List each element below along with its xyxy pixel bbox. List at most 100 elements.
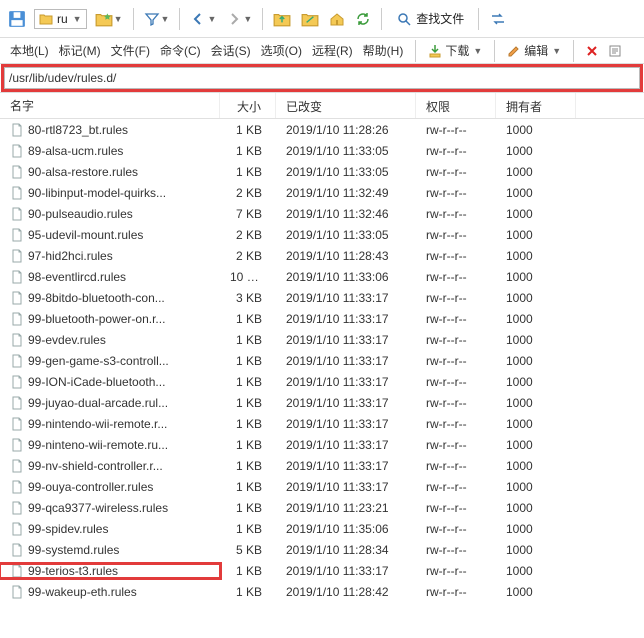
cell-name: 99-wakeup-eth.rules: [0, 585, 220, 599]
file-icon: [10, 165, 24, 179]
table-row[interactable]: 90-libinput-model-quirks...2 KB2019/1/10…: [0, 182, 644, 203]
cell-owner: 1000: [496, 543, 576, 557]
table-row[interactable]: 90-alsa-restore.rules1 KB2019/1/10 11:33…: [0, 161, 644, 182]
table-row[interactable]: 99-ninteno-wii-remote.ru...1 KB2019/1/10…: [0, 434, 644, 455]
address-combo[interactable]: ru ▼: [34, 9, 87, 29]
cell-perm: rw-r--r--: [416, 396, 496, 410]
properties-button[interactable]: [604, 42, 626, 60]
cell-name: 97-hid2hci.rules: [0, 249, 220, 263]
cell-name: 99-spidev.rules: [0, 522, 220, 536]
cell-owner: 1000: [496, 501, 576, 515]
edit-button[interactable]: 编辑 ▼: [503, 40, 565, 61]
header-owner[interactable]: 拥有者: [496, 93, 576, 118]
table-row[interactable]: 95-udevil-mount.rules2 KB2019/1/10 11:33…: [0, 224, 644, 245]
sync-icon: [489, 11, 507, 27]
separator: [381, 8, 382, 30]
cell-name: 99-nintendo-wii-remote.r...: [0, 417, 220, 431]
cell-date: 2019/1/10 11:33:05: [276, 228, 416, 242]
cell-owner: 1000: [496, 144, 576, 158]
sync-button[interactable]: [487, 7, 509, 31]
table-row[interactable]: 99-bluetooth-power-on.r...1 KB2019/1/10 …: [0, 308, 644, 329]
table-row[interactable]: 99-nintendo-wii-remote.r...1 KB2019/1/10…: [0, 413, 644, 434]
file-grid: 名字 大小 已改变 权限 拥有者 80-rtl8723_bt.rules1 KB…: [0, 93, 644, 602]
table-row[interactable]: 99-8bitdo-bluetooth-con...3 KB2019/1/10 …: [0, 287, 644, 308]
table-row[interactable]: 98-eventlircd.rules10 KB2019/1/10 11:33:…: [0, 266, 644, 287]
header-size[interactable]: 大小: [220, 93, 276, 118]
file-icon: [10, 459, 24, 473]
path-input[interactable]: /usr/lib/udev/rules.d/: [4, 67, 640, 89]
table-row[interactable]: 99-terios-t3.rules1 KB2019/1/10 11:33:17…: [0, 560, 644, 581]
cell-date: 2019/1/10 11:33:17: [276, 417, 416, 431]
file-icon: [10, 375, 24, 389]
filter-button[interactable]: ▼: [142, 7, 172, 31]
table-row[interactable]: 99-juyao-dual-arcade.rul...1 KB2019/1/10…: [0, 392, 644, 413]
cell-size: 1 KB: [220, 144, 276, 158]
cell-name: 99-evdev.rules: [0, 333, 220, 347]
file-name-text: 99-8bitdo-bluetooth-con...: [28, 291, 165, 305]
cell-date: 2019/1/10 11:33:06: [276, 270, 416, 284]
session-save-button[interactable]: [6, 7, 28, 31]
table-row[interactable]: 99-ouya-controller.rules1 KB2019/1/10 11…: [0, 476, 644, 497]
cell-owner: 1000: [496, 459, 576, 473]
table-row[interactable]: 99-qca9377-wireless.rules1 KB2019/1/10 1…: [0, 497, 644, 518]
table-row[interactable]: 99-nv-shield-controller.r...1 KB2019/1/1…: [0, 455, 644, 476]
folder-up-icon: [273, 11, 291, 27]
grid-body: 80-rtl8723_bt.rules1 KB2019/1/10 11:28:2…: [0, 119, 644, 602]
cell-size: 1 KB: [220, 585, 276, 599]
find-files-button[interactable]: 查找文件: [390, 7, 470, 31]
cell-date: 2019/1/10 11:33:05: [276, 165, 416, 179]
delete-button[interactable]: [582, 43, 602, 59]
cell-owner: 1000: [496, 123, 576, 137]
menu-files[interactable]: 文件(F): [107, 40, 154, 61]
menu-commands[interactable]: 命令(C): [156, 40, 205, 61]
file-icon: [10, 396, 24, 410]
find-files-label: 查找文件: [416, 10, 464, 27]
header-name[interactable]: 名字: [0, 93, 220, 118]
cell-perm: rw-r--r--: [416, 165, 496, 179]
table-row[interactable]: 99-gen-game-s3-controll...1 KB2019/1/10 …: [0, 350, 644, 371]
cell-size: 1 KB: [220, 123, 276, 137]
menu-remote[interactable]: 远程(R): [308, 40, 357, 61]
header-changed[interactable]: 已改变: [276, 93, 416, 118]
cell-date: 2019/1/10 11:33:17: [276, 564, 416, 578]
table-row[interactable]: 80-rtl8723_bt.rules1 KB2019/1/10 11:28:2…: [0, 119, 644, 140]
menu-local[interactable]: 本地(L): [6, 40, 53, 61]
table-row[interactable]: 99-spidev.rules1 KB2019/1/10 11:35:06rw-…: [0, 518, 644, 539]
menu-options[interactable]: 选项(O): [257, 40, 306, 61]
parent-dir-button[interactable]: [271, 7, 293, 31]
menu-mark[interactable]: 标记(M): [55, 40, 105, 61]
cell-name: 99-gen-game-s3-controll...: [0, 354, 220, 368]
cell-date: 2019/1/10 11:33:17: [276, 375, 416, 389]
x-icon: [586, 45, 598, 57]
table-row[interactable]: 90-pulseaudio.rules7 KB2019/1/10 11:32:4…: [0, 203, 644, 224]
separator: [494, 40, 495, 62]
file-icon: [10, 522, 24, 536]
properties-icon: [608, 44, 622, 58]
cell-name: 99-ION-iCade-bluetooth...: [0, 375, 220, 389]
table-row[interactable]: 99-ION-iCade-bluetooth...1 KB2019/1/10 1…: [0, 371, 644, 392]
table-row[interactable]: 97-hid2hci.rules2 KB2019/1/10 11:28:43rw…: [0, 245, 644, 266]
download-button[interactable]: 下载 ▼: [424, 40, 486, 61]
table-row[interactable]: 99-evdev.rules1 KB2019/1/10 11:33:17rw-r…: [0, 329, 644, 350]
table-row[interactable]: 99-wakeup-eth.rules1 KB2019/1/10 11:28:4…: [0, 581, 644, 602]
table-row[interactable]: 99-systemd.rules5 KB2019/1/10 11:28:34rw…: [0, 539, 644, 560]
table-row[interactable]: 89-alsa-ucm.rules1 KB2019/1/10 11:33:05r…: [0, 140, 644, 161]
menu-help[interactable]: 帮助(H): [359, 40, 408, 61]
home-dir-button[interactable]: [327, 7, 347, 31]
cell-size: 7 KB: [220, 207, 276, 221]
refresh-button[interactable]: [353, 7, 373, 31]
cell-perm: rw-r--r--: [416, 354, 496, 368]
root-dir-button[interactable]: [299, 7, 321, 31]
forward-button[interactable]: ▼: [224, 7, 254, 31]
file-name-text: 99-juyao-dual-arcade.rul...: [28, 396, 168, 410]
cell-owner: 1000: [496, 249, 576, 263]
file-name-text: 99-gen-game-s3-controll...: [28, 354, 169, 368]
back-button[interactable]: ▼: [188, 7, 218, 31]
cell-name: 99-8bitdo-bluetooth-con...: [0, 291, 220, 305]
header-perm[interactable]: 权限: [416, 93, 496, 118]
file-name-text: 95-udevil-mount.rules: [28, 228, 143, 242]
cell-size: 5 KB: [220, 543, 276, 557]
cell-owner: 1000: [496, 333, 576, 347]
menu-session[interactable]: 会话(S): [207, 40, 255, 61]
new-tab-button[interactable]: ▼: [93, 7, 125, 31]
